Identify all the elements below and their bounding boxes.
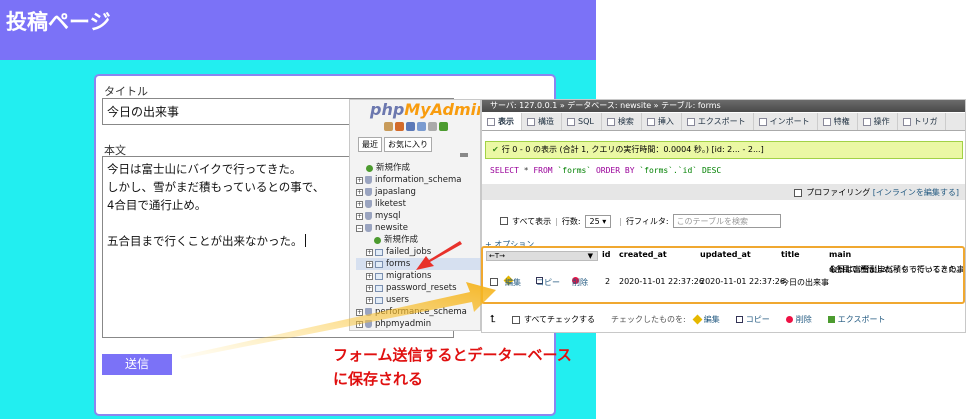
caption-line: に保存される <box>333 370 424 388</box>
caption-line: フォーム送信するとデーターベース <box>333 346 572 364</box>
red-arrow-icon <box>416 241 462 270</box>
annotation-caption: フォーム送信するとデーターベース に保存される <box>333 343 572 391</box>
screenshot-stage: 投稿ページ タイトル 今日の出来事 本文 今日は富士山にバイクで行ってきた。 し… <box>0 0 966 419</box>
